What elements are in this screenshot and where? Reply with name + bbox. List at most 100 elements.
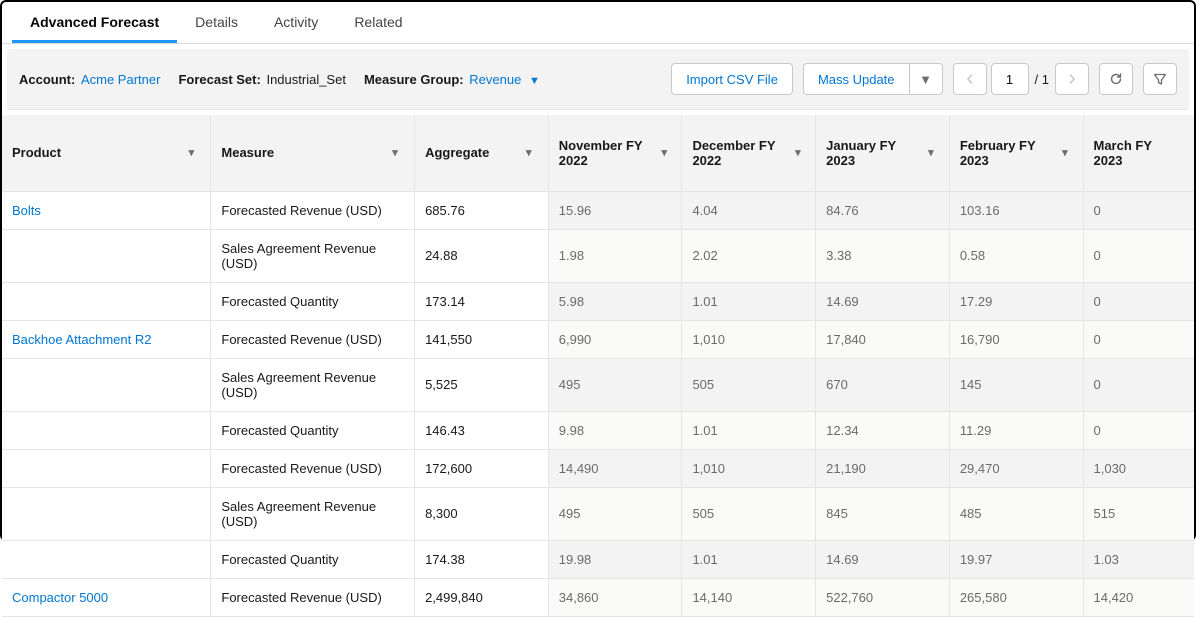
- cell-period[interactable]: 19.98: [548, 540, 682, 578]
- tab-activity[interactable]: Activity: [256, 2, 336, 43]
- chevron-down-icon[interactable]: ▾: [657, 144, 671, 162]
- chevron-left-icon: [965, 74, 975, 84]
- chevron-down-icon[interactable]: ▾: [520, 144, 538, 162]
- col-dec-2022[interactable]: December FY 2022▾: [682, 115, 816, 191]
- tab-related[interactable]: Related: [336, 2, 420, 43]
- cell-period[interactable]: 1.01: [682, 540, 816, 578]
- col-feb-2023[interactable]: February FY 2023▾: [949, 115, 1083, 191]
- cell-period[interactable]: 29,470: [949, 449, 1083, 487]
- cell-period[interactable]: 14.69: [816, 540, 950, 578]
- col-product[interactable]: Product▾: [2, 115, 211, 191]
- cell-measure: Forecasted Quantity: [211, 540, 415, 578]
- cell-period[interactable]: 670: [816, 358, 950, 411]
- cell-period[interactable]: 0: [1083, 229, 1194, 282]
- col-aggregate[interactable]: Aggregate▾: [415, 115, 549, 191]
- col-label: November FY 2022: [559, 138, 651, 168]
- cell-period[interactable]: 0.58: [949, 229, 1083, 282]
- cell-period[interactable]: 522,760: [816, 578, 950, 616]
- cell-period[interactable]: 0: [1083, 358, 1194, 411]
- cell-period[interactable]: 2.02: [682, 229, 816, 282]
- tab-details[interactable]: Details: [177, 2, 256, 43]
- product-link[interactable]: Backhoe Attachment R2: [12, 332, 151, 347]
- next-page-button[interactable]: [1055, 63, 1089, 95]
- cell-period[interactable]: 495: [548, 487, 682, 540]
- cell-period[interactable]: 265,580: [949, 578, 1083, 616]
- cell-aggregate: 141,550: [415, 320, 549, 358]
- cell-period[interactable]: 16,790: [949, 320, 1083, 358]
- mass-update-button[interactable]: Mass Update: [803, 63, 909, 95]
- table-row: Backhoe Attachment R2Forecasted Revenue …: [2, 320, 1194, 358]
- chevron-down-icon[interactable]: ▾: [923, 144, 939, 162]
- cell-period[interactable]: 4.04: [682, 191, 816, 229]
- account-link[interactable]: Acme Partner: [81, 72, 160, 87]
- cell-product: Bolts: [2, 191, 211, 229]
- cell-period[interactable]: 17.29: [949, 282, 1083, 320]
- cell-period[interactable]: 485: [949, 487, 1083, 540]
- chevron-down-icon[interactable]: ▾: [1057, 144, 1072, 162]
- cell-period[interactable]: 0: [1083, 282, 1194, 320]
- cell-period[interactable]: 0: [1083, 191, 1194, 229]
- cell-period[interactable]: 505: [682, 487, 816, 540]
- cell-period[interactable]: 12.34: [816, 411, 950, 449]
- import-csv-button[interactable]: Import CSV File: [671, 63, 793, 95]
- cell-period[interactable]: 14,140: [682, 578, 816, 616]
- cell-period[interactable]: 495: [548, 358, 682, 411]
- cell-period[interactable]: 1,010: [682, 449, 816, 487]
- cell-period[interactable]: 6,990: [548, 320, 682, 358]
- cell-period[interactable]: 17,840: [816, 320, 950, 358]
- cell-period[interactable]: 0: [1083, 320, 1194, 358]
- cell-measure: Sales Agreement Revenue (USD): [211, 229, 415, 282]
- cell-period[interactable]: 9.98: [548, 411, 682, 449]
- cell-period[interactable]: 1,030: [1083, 449, 1194, 487]
- cell-period[interactable]: 21,190: [816, 449, 950, 487]
- filter-button[interactable]: [1143, 63, 1177, 95]
- chevron-down-icon[interactable]: ▾: [182, 144, 200, 162]
- cell-period[interactable]: 1.01: [682, 411, 816, 449]
- cell-period[interactable]: 14.69: [816, 282, 950, 320]
- table-row: Forecasted Quantity174.3819.981.0114.691…: [2, 540, 1194, 578]
- chevron-down-icon[interactable]: ▾: [791, 144, 805, 162]
- cell-measure: Sales Agreement Revenue (USD): [211, 487, 415, 540]
- col-nov-2022[interactable]: November FY 2022 ▾: [548, 115, 682, 191]
- prev-page-button[interactable]: [953, 63, 987, 95]
- cell-aggregate: 8,300: [415, 487, 549, 540]
- cell-measure: Sales Agreement Revenue (USD): [211, 358, 415, 411]
- filter-icon: [1153, 72, 1167, 86]
- product-link[interactable]: Bolts: [12, 203, 41, 218]
- cell-period[interactable]: 19.97: [949, 540, 1083, 578]
- col-mar-2023[interactable]: March FY 2023▾: [1083, 115, 1194, 191]
- cell-period[interactable]: 515: [1083, 487, 1194, 540]
- cell-period[interactable]: 845: [816, 487, 950, 540]
- cell-period[interactable]: 1.03: [1083, 540, 1194, 578]
- cell-period[interactable]: 14,420: [1083, 578, 1194, 616]
- cell-period[interactable]: 145: [949, 358, 1083, 411]
- page-input[interactable]: [991, 63, 1029, 95]
- cell-period[interactable]: 15.96: [548, 191, 682, 229]
- forecast-set-value: Industrial_Set: [266, 72, 346, 87]
- col-jan-2023[interactable]: January FY 2023 ▾: [816, 115, 950, 191]
- cell-period[interactable]: 103.16: [949, 191, 1083, 229]
- cell-period[interactable]: 1.98: [548, 229, 682, 282]
- chevron-down-icon[interactable]: ▾: [386, 144, 404, 162]
- col-measure[interactable]: Measure▾: [211, 115, 415, 191]
- chevron-down-icon[interactable]: ▾: [1189, 144, 1194, 162]
- measure-group-value: Revenue: [469, 72, 521, 87]
- cell-period[interactable]: 5.98: [548, 282, 682, 320]
- product-link[interactable]: Compactor 5000: [12, 590, 108, 605]
- cell-period[interactable]: 3.38: [816, 229, 950, 282]
- cell-period[interactable]: 34,860: [548, 578, 682, 616]
- tab-advanced-forecast[interactable]: Advanced Forecast: [12, 2, 177, 43]
- header-row: Product▾ Measure▾ Aggregate▾ November FY…: [2, 115, 1194, 191]
- col-label: January FY 2023: [826, 138, 917, 168]
- cell-period[interactable]: 1.01: [682, 282, 816, 320]
- cell-period[interactable]: 14,490: [548, 449, 682, 487]
- measure-group-dropdown[interactable]: Revenue ▼: [469, 72, 540, 87]
- refresh-button[interactable]: [1099, 63, 1133, 95]
- cell-period[interactable]: 505: [682, 358, 816, 411]
- cell-period[interactable]: 11.29: [949, 411, 1083, 449]
- table-row: Sales Agreement Revenue (USD)5,525495505…: [2, 358, 1194, 411]
- cell-period[interactable]: 0: [1083, 411, 1194, 449]
- cell-period[interactable]: 1,010: [682, 320, 816, 358]
- mass-update-dropdown-button[interactable]: ▼: [909, 63, 943, 95]
- cell-period[interactable]: 84.76: [816, 191, 950, 229]
